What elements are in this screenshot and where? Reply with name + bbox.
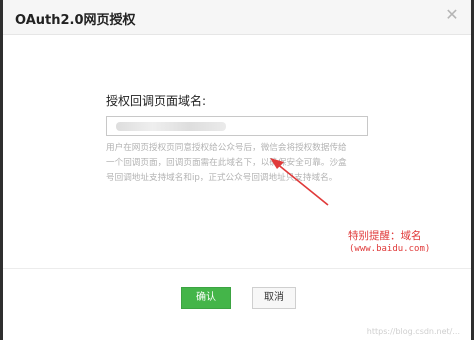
domain-label: 授权回调页面域名: [106, 94, 207, 108]
oauth-dialog: OAuth2.0网页授权 ✕ 授权回调页面域名: 用户在网页授权页同意授权给公众… [3, 0, 471, 340]
dialog-header: OAuth2.0网页授权 ✕ [3, 0, 471, 35]
footer-divider [3, 268, 471, 269]
watermark: https://blog.csdn.net/... [366, 327, 460, 336]
annotation-example: (www.baidu.com) [349, 244, 431, 254]
confirm-button[interactable]: 确认 [181, 287, 231, 309]
help-line: 用户在网页授权页同意授权给公众号后，微信会将授权数据传给 [106, 143, 347, 153]
annotation-title: 特别提醒：域名 [348, 230, 422, 242]
close-icon[interactable]: ✕ [443, 6, 461, 24]
dialog-title: OAuth2.0网页授权 [15, 13, 136, 28]
help-text: 用户在网页授权页同意授权给公众号后，微信会将授权数据传给 一个回调页面，回调页面… [106, 141, 370, 186]
cancel-button[interactable]: 取消 [252, 287, 296, 309]
redacted-domain-text [116, 122, 226, 131]
help-line: 号回调地址支持域名和ip，正式公众号回调地址只支持域名。 [106, 173, 338, 183]
help-line: 一个回调页面，回调页面需在此域名下，以确保安全可靠。沙盒 [106, 158, 347, 168]
